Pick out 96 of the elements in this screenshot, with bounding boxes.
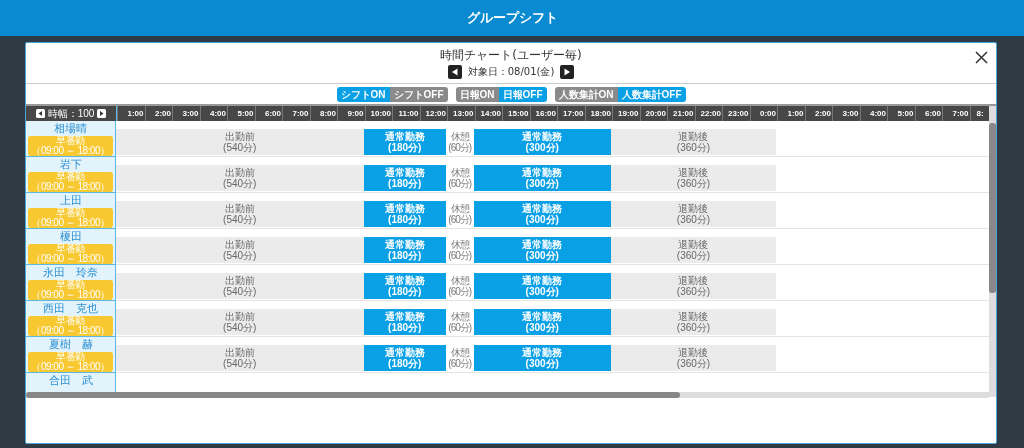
pre-work-block: 出勤前 (540分) (116, 345, 364, 371)
hour-label: 18:00 (590, 109, 611, 118)
hour-label: 8: (976, 109, 984, 118)
hour-label: 1:00 (127, 109, 144, 118)
employee-name[interactable]: 岩下 (59, 159, 82, 171)
close-icon[interactable] (975, 51, 988, 64)
pre-work-block: 出勤前 (540分) (116, 165, 364, 191)
hour-label: 23:00 (728, 109, 749, 118)
employee-name[interactable]: 上田 (59, 195, 82, 207)
dialog-title: 時間チャート(ユーザー毎) (440, 47, 582, 63)
hour-label: 12:00 (425, 109, 446, 118)
date-label: 対象日：08/01(金) (467, 65, 555, 79)
hour-label: 16:00 (535, 109, 556, 118)
work-block: 通常勤務 (300分) (473, 345, 611, 371)
post-work-block: 退勤後 (360分) (611, 201, 776, 227)
pre-work-block: 出勤前 (540分) (116, 309, 364, 335)
toggle-button[interactable]: 日報OFF (498, 87, 547, 102)
hour-label: 11:00 (398, 109, 419, 118)
work-block: 通常勤務 (180分) (363, 273, 446, 299)
toggle-button[interactable]: 人数集計ON (554, 87, 618, 102)
work-block: 通常勤務 (300分) (473, 129, 611, 155)
hour-label: 3:00 (182, 109, 199, 118)
pre-work-block: 出勤前 (540分) (116, 129, 364, 155)
hour-label: 17:00 (563, 109, 584, 118)
work-block: 通常勤務 (180分) (363, 201, 446, 227)
hour-label: 5:00 (237, 109, 254, 118)
scale-label: 時幅：100 (47, 108, 95, 119)
shift-badge: 早番勤 （09:00 ～ 18:00） (28, 316, 113, 336)
hour-label: 19:00 (618, 109, 639, 118)
post-work-block: 退勤後 (360分) (611, 165, 776, 191)
hour-label: 20:00 (645, 109, 666, 118)
hour-label: 10:00 (370, 109, 391, 118)
work-block: 通常勤務 (180分) (363, 309, 446, 335)
hour-label: 22:00 (700, 109, 721, 118)
break-block: 休憩 (60分) (446, 165, 474, 191)
shift-badge: 早番勤 （09:00 ～ 18:00） (28, 280, 113, 300)
break-block: 休憩 (60分) (446, 237, 474, 263)
break-block: 休憩 (60分) (446, 273, 474, 299)
post-work-block: 退勤後 (360分) (611, 129, 776, 155)
app-title: グループシフト (466, 9, 558, 27)
hour-label: 5:00 (897, 109, 914, 118)
shift-badge: 早番勤 （09:00 ～ 18:00） (28, 172, 113, 192)
shift-badge: 早番勤 （09:00 ～ 18:00） (28, 136, 113, 156)
shift-badge: 早番勤 （09:00 ～ 18:00） (28, 352, 113, 372)
work-block: 通常勤務 (180分) (363, 129, 446, 155)
work-block: 通常勤務 (300分) (473, 237, 611, 263)
toggle-button[interactable]: 人数集計OFF (617, 87, 686, 102)
hour-label: 1:00 (787, 109, 804, 118)
hour-label: 6:00 (925, 109, 941, 118)
left-arrow-icon[interactable] (35, 109, 45, 118)
hour-label: 13:00 (453, 109, 474, 118)
work-block: 通常勤務 (300分) (473, 273, 611, 299)
right-arrow-icon[interactable] (97, 109, 107, 118)
work-block: 通常勤務 (300分) (473, 309, 611, 335)
work-block: 通常勤務 (300分) (473, 165, 611, 191)
employee-name[interactable]: 相場晴 (54, 123, 87, 135)
hour-label: 14:00 (480, 109, 501, 118)
pre-work-block: 出勤前 (540分) (116, 201, 364, 227)
employee-name[interactable]: 夏樹 赫 (48, 339, 93, 351)
toggle-button[interactable]: 日報ON (455, 87, 499, 102)
hour-label: 6:00 (265, 109, 281, 118)
pre-work-block: 出勤前 (540分) (116, 273, 364, 299)
toggle-button[interactable]: シフトON (336, 87, 390, 102)
post-work-block: 退勤後 (360分) (611, 237, 776, 263)
hour-label: 8:00 (320, 109, 336, 118)
hour-label: 21:00 (673, 109, 694, 118)
shift-badge: 早番勤 （09:00 ～ 18:00） (28, 208, 113, 228)
work-block: 通常勤務 (180分) (363, 165, 446, 191)
pre-work-block: 出勤前 (540分) (116, 237, 364, 263)
shift-badge: 早番勤 （09:00 ～ 18:00） (28, 244, 113, 264)
hour-label: 2:00 (815, 109, 831, 118)
post-work-block: 退勤後 (360分) (611, 309, 776, 335)
hour-label: 7:00 (952, 109, 969, 118)
break-block: 休憩 (60分) (446, 129, 474, 155)
work-block: 通常勤務 (180分) (363, 237, 446, 263)
work-block: 通常勤務 (300分) (473, 201, 611, 227)
hour-label: 4:00 (870, 109, 886, 118)
employee-name[interactable]: 永田 玲奈 (43, 267, 98, 279)
break-block: 休憩 (60分) (446, 345, 474, 371)
toggle-button[interactable]: シフトOFF (389, 87, 448, 102)
vertical-scrollbar[interactable] (989, 106, 996, 397)
hour-label: 0:00 (760, 109, 776, 118)
horizontal-scrollbar[interactable] (26, 392, 989, 398)
hour-label: 15:00 (508, 109, 529, 118)
break-block: 休憩 (60分) (446, 201, 474, 227)
hour-label: 4:00 (210, 109, 226, 118)
hour-label: 2:00 (155, 109, 171, 118)
work-block: 通常勤務 (180分) (363, 345, 446, 371)
employee-name[interactable]: 西田 克也 (43, 303, 98, 315)
post-work-block: 退勤後 (360分) (611, 345, 776, 371)
employee-name[interactable]: 榎田 (59, 231, 82, 243)
hour-label: 7:00 (292, 109, 309, 118)
break-block: 休憩 (60分) (446, 309, 474, 335)
hour-label: 9:00 (347, 109, 364, 118)
hour-label: 3:00 (842, 109, 859, 118)
post-work-block: 退勤後 (360分) (611, 273, 776, 299)
